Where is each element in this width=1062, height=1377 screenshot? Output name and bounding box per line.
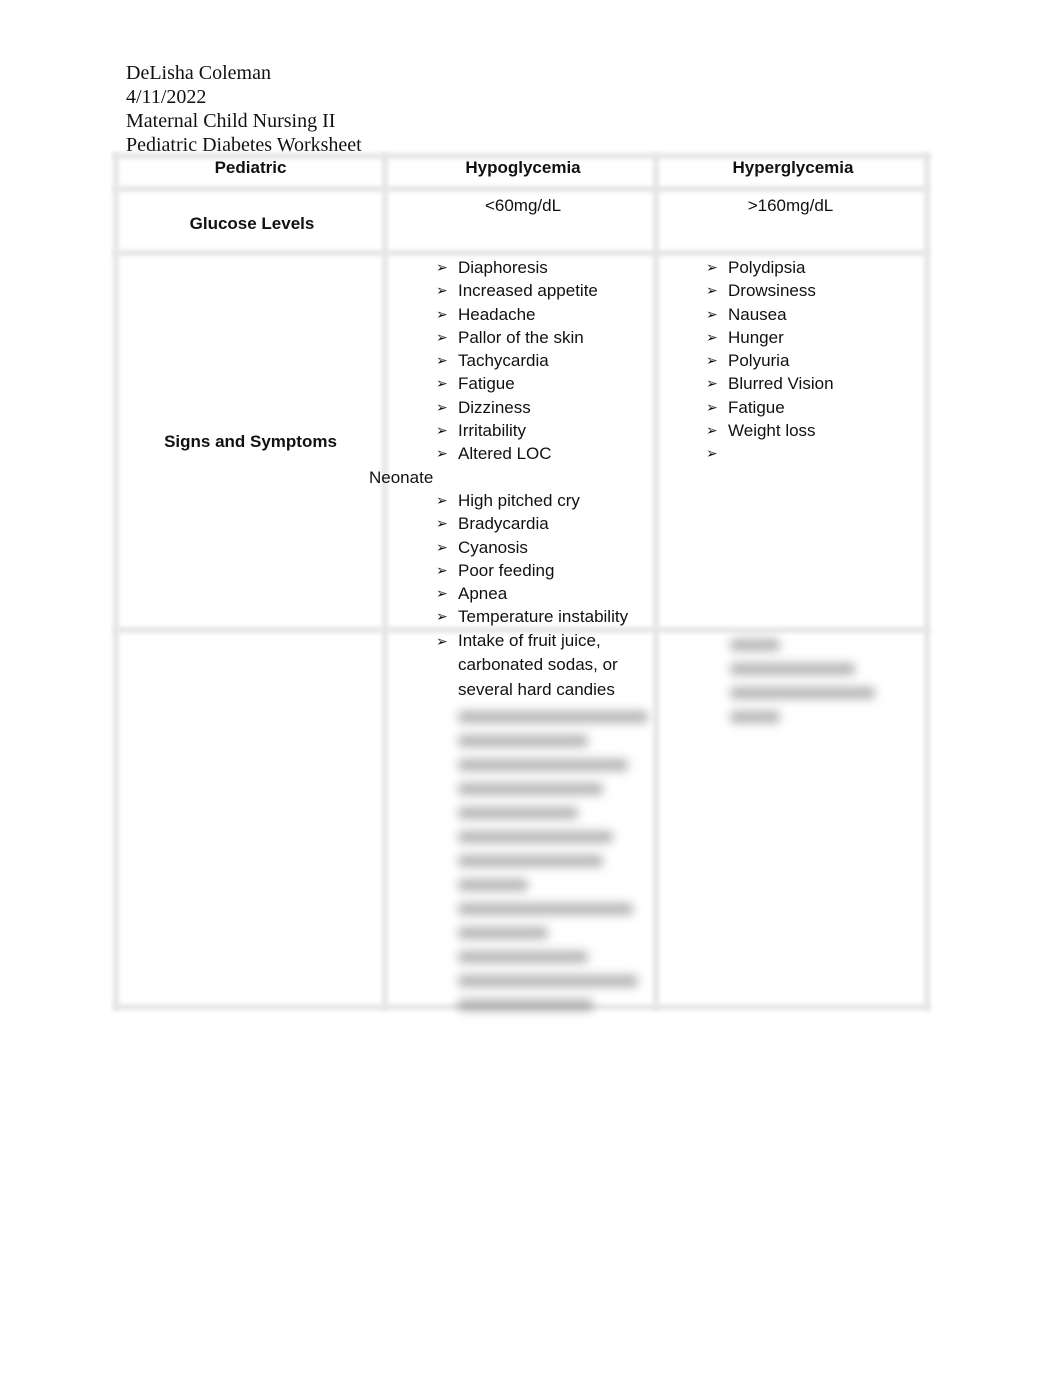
hyper-symptom: ➢ Polydipsia [700, 256, 920, 279]
arrowhead-bullet-icon: ➢ [436, 561, 448, 578]
list-item-text: Tachycardia [458, 351, 549, 371]
neonate-symptom: ➢ Poor feeding [430, 559, 660, 582]
list-item-text: Altered LOC [458, 444, 552, 464]
list-item-text: Dizziness [458, 397, 531, 417]
document-date: 4/11/2022 [126, 86, 207, 108]
arrowhead-bullet-icon: ➢ [706, 422, 718, 439]
arrowhead-bullet-icon: ➢ [436, 538, 448, 555]
hyper-symptom-list: ➢ Polydipsia ➢ Drowsiness ➢ Nausea ➢ Hunger ➢ Pol… [700, 256, 920, 461]
arrowhead-bullet-icon: ➢ [436, 305, 448, 322]
hypo-symptom: ➢ Headache [430, 303, 660, 326]
arrowhead-bullet-icon: ➢ [436, 632, 448, 649]
hypo-symptom: ➢ Diaphoresis [430, 256, 660, 279]
arrowhead-bullet-icon: ➢ [436, 585, 448, 602]
arrowhead-bullet-icon: ➢ [436, 328, 448, 345]
hyper-symptom: ➢ Nausea [700, 303, 920, 326]
hypo-symptom: ➢ Increased appetite [430, 279, 660, 302]
arrowhead-bullet-icon: ➢ [436, 375, 448, 392]
course-name: Maternal Child Nursing II [126, 110, 336, 132]
list-item-text: Irritability [458, 421, 527, 441]
hyper-symptom: ➢ Weight loss [700, 419, 920, 442]
hyper-symptom: ➢ Blurred Vision [700, 372, 920, 395]
neonate-symptom: ➢ Bradycardia [430, 512, 660, 535]
document-header: DeLisha Coleman 4/11/2022 Maternal Child… [126, 61, 362, 157]
hypo-symptom: ➢ Dizziness [430, 396, 660, 419]
hypo-symptom: ➢ Fatigue [430, 372, 660, 395]
hypo-symptom: ➢ Tachycardia [430, 349, 660, 372]
arrowhead-bullet-icon: ➢ [436, 515, 448, 532]
arrowhead-bullet-icon: ➢ [706, 398, 718, 415]
list-item-text: Hunger [728, 327, 784, 347]
arrowhead-bullet-icon: ➢ [436, 398, 448, 415]
list-item-text: Bradycardia [458, 514, 549, 534]
column-header-hypoglycemia: Hypoglycemia [465, 158, 581, 177]
hyper-symptom: ➢ Fatigue [700, 396, 920, 419]
hypo-symptom: ➢ Irritability [430, 419, 660, 442]
table-border [113, 186, 930, 192]
list-item-text: Diaphoresis [458, 258, 548, 277]
arrowhead-bullet-icon: ➢ [436, 282, 448, 299]
row-label-signs: Signs and Symptoms [164, 432, 337, 451]
arrowhead-bullet-icon: ➢ [706, 352, 718, 369]
list-item-text: Temperature instability [458, 607, 629, 627]
list-item-text: Intake of fruit juice, carbonated sodas,… [458, 630, 618, 699]
row-label-glucose: Glucose Levels [189, 214, 315, 233]
neonate-symptom: ➢ Temperature instability [430, 605, 660, 628]
table-border [382, 153, 388, 1010]
arrowhead-bullet-icon: ➢ [436, 491, 448, 508]
hypo-symptom: ➢ Pallor of the skin [430, 326, 660, 349]
column-header-hyperglycemia: Hyperglycemia [732, 158, 854, 177]
list-item-text: Nausea [728, 304, 787, 324]
arrowhead-bullet-icon: ➢ [436, 422, 448, 439]
hyper-symptom: ➢ Drowsiness [700, 279, 920, 302]
list-item-text: Drowsiness [728, 281, 816, 301]
arrowhead-bullet-icon: ➢ [706, 445, 718, 462]
list-item-text: Apnea [458, 584, 508, 604]
neonate-symptom: ➢ Cyanosis [430, 536, 660, 559]
arrowhead-bullet-icon: ➢ [436, 259, 448, 275]
table-border [113, 153, 119, 1010]
author-name: DeLisha Coleman [126, 62, 271, 84]
worksheet-table: Pediatric Hypoglycemia Hyperglycemia Glu… [113, 153, 930, 1011]
hypo-symptom: ➢ Altered LOC [430, 442, 660, 465]
neonate-label: Neonate [369, 467, 434, 487]
hyper-symptom: ➢ Hunger [700, 326, 920, 349]
arrowhead-bullet-icon: ➢ [436, 445, 448, 462]
list-item-text: Pallor of the skin [458, 327, 584, 347]
arrowhead-bullet-icon: ➢ [706, 259, 718, 275]
list-item-text: Polydipsia [728, 258, 806, 277]
hypo-treatment: ➢ Intake of fruit juice, carbonated sodas… [430, 629, 660, 703]
list-item-text: Weight loss [728, 421, 816, 441]
hypo-glucose-value: <60mg/dL [484, 196, 562, 215]
hyper-glucose-value: >160mg/dL [747, 196, 834, 215]
hyper-symptom: ➢ Polyuria [700, 349, 920, 372]
table-border [924, 153, 930, 1010]
column-header-pediatric: Pediatric [214, 158, 287, 177]
list-item-text: High pitched cry [458, 490, 580, 510]
arrowhead-bullet-icon: ➢ [706, 305, 718, 322]
list-item-text: Cyanosis [458, 537, 528, 557]
arrowhead-bullet-icon: ➢ [436, 608, 448, 625]
list-item-text: Headache [458, 304, 536, 324]
neonate-symptom: ➢ Apnea [430, 582, 660, 605]
list-item-text: Increased appetite [458, 281, 598, 301]
arrowhead-bullet-icon: ➢ [706, 375, 718, 392]
list-item-text: Poor feeding [458, 560, 555, 580]
list-item-text: Blurred Vision [728, 374, 834, 394]
arrowhead-bullet-icon: ➢ [706, 328, 718, 345]
arrowhead-bullet-icon: ➢ [436, 352, 448, 369]
list-item-text: Fatigue [728, 397, 785, 417]
neonate-symptom: ➢ High pitched cry [430, 489, 660, 512]
list-item-text: Fatigue [458, 374, 515, 394]
arrowhead-bullet-icon: ➢ [706, 282, 718, 299]
list-item-text: Polyuria [728, 351, 790, 371]
hypo-symptom-list: ➢ Diaphoresis ➢ Increased appetite ➢ Headache… [369, 256, 660, 703]
